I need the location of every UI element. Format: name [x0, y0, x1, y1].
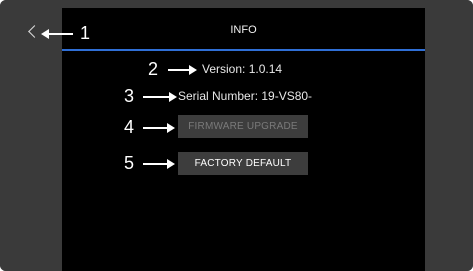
callout-number-2: 2	[148, 59, 159, 79]
callout-number-4: 4	[124, 117, 135, 137]
header-divider	[62, 49, 425, 51]
factory-default-button[interactable]: FACTORY DEFAULT	[178, 152, 308, 175]
device-frame: INFO 1 2 Version: 1.0.14 3 Serial Number…	[0, 0, 473, 271]
left-bezel	[0, 0, 62, 271]
callout-arrow-1	[41, 29, 73, 39]
serial-number-text: Serial Number: 19-VS80-	[178, 89, 313, 103]
callout-arrow-5	[143, 159, 175, 169]
callout-arrow-3	[143, 92, 177, 102]
firmware-upgrade-button: FIRMWARE UPGRADE	[178, 115, 308, 138]
page-title: INFO	[230, 24, 257, 36]
callout-arrow-2	[168, 65, 197, 75]
version-text: Version: 1.0.14	[202, 62, 283, 76]
right-bezel	[425, 0, 473, 271]
callout-number-5: 5	[124, 153, 135, 173]
callout-arrow-4	[143, 123, 175, 133]
screen	[62, 8, 425, 271]
callout-number-3: 3	[124, 86, 135, 106]
callout-number-1: 1	[80, 23, 91, 43]
